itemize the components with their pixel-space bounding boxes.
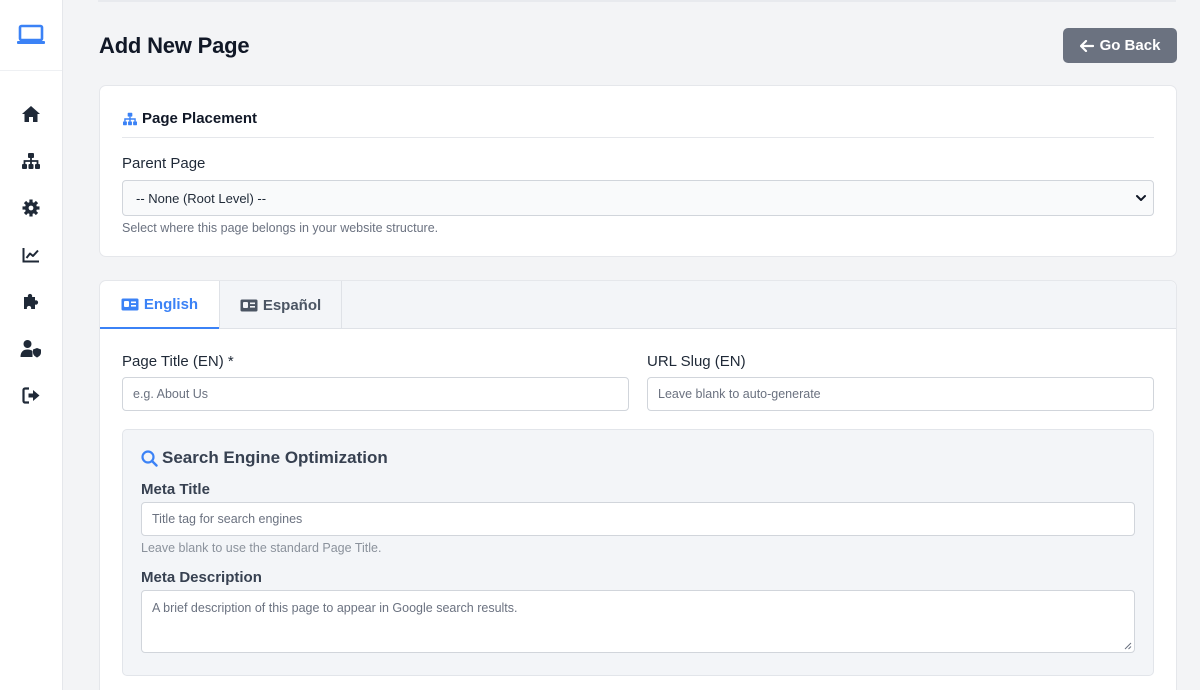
url-slug-label: URL Slug (EN) <box>647 353 746 370</box>
sidebar-item-home[interactable] <box>0 90 62 137</box>
parent-page-selected: -- None (Root Level) -- <box>136 190 267 206</box>
tab-espanol[interactable]: Español <box>219 281 342 329</box>
page-title: Add New Page <box>99 33 250 58</box>
brand[interactable] <box>0 0 62 71</box>
search-icon <box>141 449 158 467</box>
sidebar <box>0 0 63 690</box>
page-title-placeholder: e.g. About Us <box>133 387 209 401</box>
id-card-icon <box>240 299 258 311</box>
sidebar-item-analytics[interactable] <box>0 231 62 278</box>
gear-icon <box>22 199 40 216</box>
page-title-input[interactable]: e.g. About Us <box>122 377 629 411</box>
page-placement-title: Page Placement <box>142 110 258 127</box>
parent-page-label: Parent Page <box>122 155 206 172</box>
url-slug-placeholder: Leave blank to auto-generate <box>658 387 821 401</box>
tab-english[interactable]: English <box>100 281 219 329</box>
go-back-label: Go Back <box>1099 37 1161 54</box>
sidebar-nav <box>0 71 62 419</box>
page-title-label: Page Title (EN) * <box>122 353 234 370</box>
seo-section: Search Engine Optimization Meta Title Ti… <box>122 429 1154 676</box>
page-placement-heading: Page Placement <box>122 110 1154 138</box>
resize-handle-icon[interactable] <box>1123 641 1132 650</box>
home-icon <box>22 105 40 122</box>
meta-title-label: Meta Title <box>141 481 210 498</box>
id-card-icon <box>121 298 139 310</box>
laptop-icon <box>17 24 45 44</box>
sidebar-item-settings[interactable] <box>0 184 62 231</box>
language-tabs: English Español <box>100 281 1176 329</box>
seo-heading: Search Engine Optimization <box>141 448 388 468</box>
top-divider <box>98 0 1176 2</box>
chevron-down-icon <box>1136 195 1146 201</box>
parent-page-select[interactable]: -- None (Root Level) -- <box>122 180 1154 216</box>
meta-title-input[interactable]: Title tag for search engines <box>141 502 1135 536</box>
sitemap-icon <box>123 112 137 126</box>
arrow-left-icon <box>1079 39 1094 52</box>
go-back-button[interactable]: Go Back <box>1063 28 1177 63</box>
meta-description-textarea[interactable]: A brief description of this page to appe… <box>141 590 1135 653</box>
meta-title-help: Leave blank to use the standard Page Tit… <box>141 541 382 555</box>
chart-line-icon <box>22 247 39 262</box>
content-card: English Español Page Title (EN) * e.g. A… <box>99 280 1177 690</box>
tab-espanol-label: Español <box>262 296 322 314</box>
page-placement-card: Page Placement Parent Page -- None (Root… <box>99 85 1177 257</box>
user-shield-icon <box>20 340 41 358</box>
meta-description-placeholder: A brief description of this page to appe… <box>152 601 518 615</box>
puzzle-icon <box>23 293 38 309</box>
logout-icon <box>21 387 39 404</box>
meta-description-label: Meta Description <box>141 569 262 586</box>
sidebar-item-logout[interactable] <box>0 372 62 419</box>
parent-page-help: Select where this page belongs in your w… <box>122 221 439 235</box>
meta-title-placeholder: Title tag for search engines <box>152 512 303 526</box>
tab-english-label: English <box>143 295 199 313</box>
sitemap-icon <box>22 152 40 169</box>
sidebar-item-sitemap[interactable] <box>0 137 62 184</box>
sidebar-item-plugins[interactable] <box>0 278 62 325</box>
seo-title: Search Engine Optimization <box>162 448 388 467</box>
url-slug-input[interactable]: Leave blank to auto-generate <box>647 377 1154 411</box>
main-content: Add New Page Go Back Page Placement Pare… <box>64 0 1200 690</box>
sidebar-item-users[interactable] <box>0 325 62 372</box>
